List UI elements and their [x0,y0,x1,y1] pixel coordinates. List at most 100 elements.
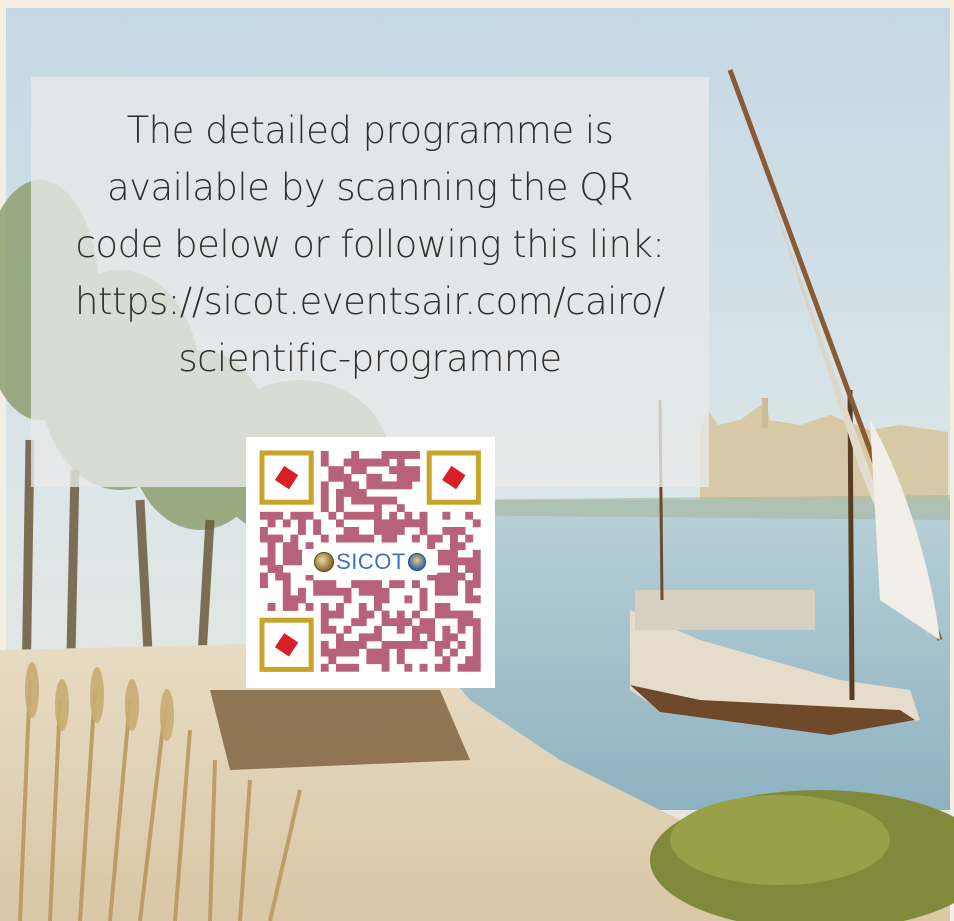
qr-module [260,527,268,535]
qr-module [442,656,451,665]
qr-module [434,534,443,543]
qr-module [442,641,451,649]
qr-module [351,489,360,497]
qr-module [282,587,291,596]
qr-module [396,656,405,665]
qr-module [389,481,398,490]
qr-module [434,603,443,611]
qr-module [374,511,382,520]
qr-module [427,625,436,634]
qr-module [343,663,352,672]
qr-module [419,618,428,627]
qr-module [450,549,458,558]
qr-module [336,663,344,672]
qr-module [343,641,352,649]
qr-module [396,504,405,513]
info-line-2: available by scanning the QR [106,166,634,209]
qr-module [298,519,306,528]
qr-module [328,580,337,589]
qr-module [374,595,382,604]
qr-module [260,580,268,589]
qr-module [320,663,329,672]
qr-module [358,603,367,611]
qr-module [343,648,352,657]
qr-module [472,633,481,642]
qr-module [260,534,268,543]
qr-module [343,481,352,490]
qr-module [366,610,375,619]
qr-module [320,534,329,543]
qr-module [320,481,329,490]
qr-module [351,618,360,627]
qr-module [343,534,352,543]
qr-module [404,481,413,490]
qr-module [358,496,367,505]
qr-module [396,618,405,627]
qr-module [381,641,390,649]
qr-module [396,519,405,528]
qr-module [290,534,299,543]
qr-module [374,519,382,528]
qr-module [328,473,337,482]
qr-module [282,572,291,581]
qr-module [351,534,360,543]
qr-module [366,587,375,596]
qr-module [396,473,405,482]
qr-module [275,572,284,581]
programme-link-continued[interactable]: scientific-programme [31,330,709,387]
qr-module [366,496,375,505]
qr-module [320,458,329,467]
qr-module [412,610,420,619]
qr-module [290,542,299,551]
qr-module [396,580,405,589]
qr-module [465,595,474,604]
qr-module [404,511,413,520]
qr-module [320,489,329,497]
qr-module [442,633,451,642]
qr-module [389,534,398,543]
qr-module [267,603,276,611]
qr-module [419,603,428,611]
qr-module [389,451,398,459]
qr-module [381,481,390,490]
sicot-logo: SICOT [302,549,438,575]
qr-module [472,565,481,573]
qr-module [343,473,352,482]
qr-module [381,663,390,672]
qr-module [260,572,268,581]
qr-module [351,648,360,657]
qr-module [336,473,344,482]
qr-module [457,542,466,551]
qr-module [412,519,420,528]
qr-module [366,511,375,520]
qr-module [396,458,405,467]
qr-module [404,618,413,627]
qr-module [366,580,375,589]
qr-module [366,648,375,657]
qr-module [381,534,390,543]
qr-module [450,572,458,581]
qr-module [457,610,466,619]
qr-module [374,458,382,467]
qr-module [320,496,329,505]
qr-module [336,534,344,543]
qr-module [298,527,306,535]
qr-module [396,641,405,649]
qr-module [267,511,276,520]
qr-module [450,542,458,551]
qr-module [267,542,276,551]
info-line-3: code below or following this link: [75,223,665,266]
qr-module [267,565,276,573]
qr-module [290,511,299,520]
qr-module [320,648,329,657]
qr-code[interactable]: SICOT [246,437,495,688]
qr-module [313,580,322,589]
qr-module [381,451,390,459]
qr-module [351,580,360,589]
qr-module [320,580,329,589]
qr-module [442,610,451,619]
qr-module [351,496,360,505]
programme-link[interactable]: https://sicot.eventsair.com/cairo/ [31,273,709,330]
qr-module [343,458,352,467]
qr-module [396,466,405,475]
